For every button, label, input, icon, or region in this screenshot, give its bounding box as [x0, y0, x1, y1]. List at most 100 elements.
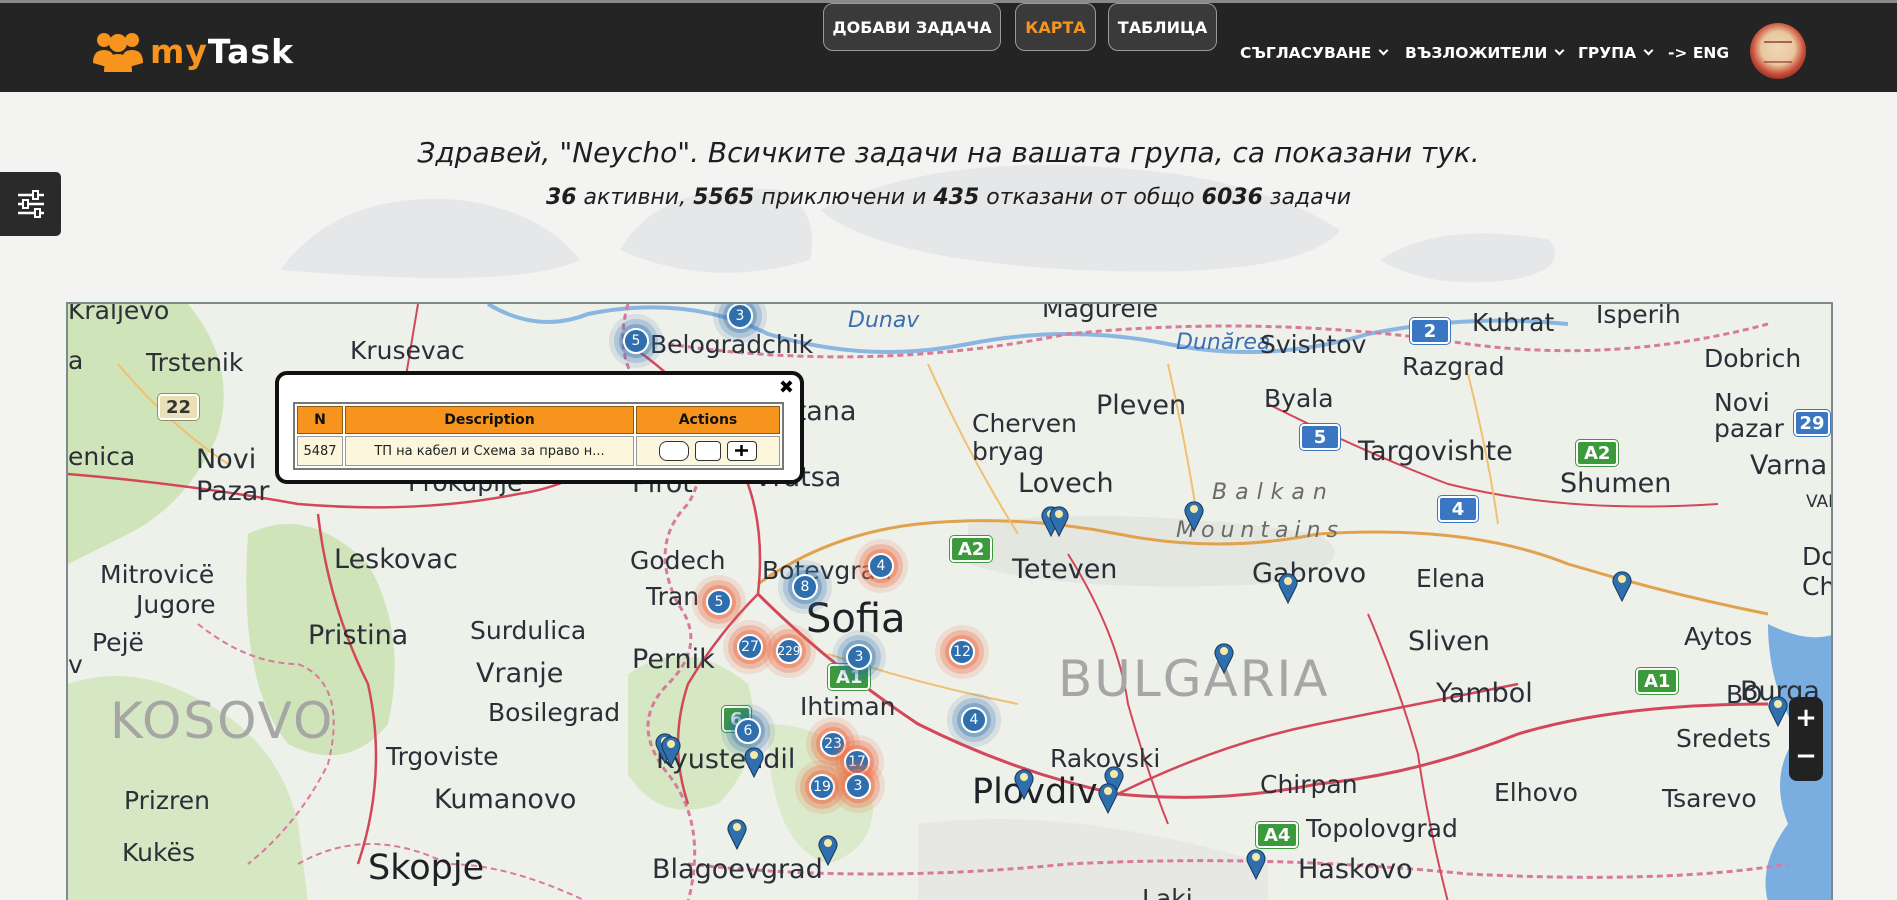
cluster-marker[interactable]: 5 — [706, 589, 732, 615]
zoom-in-button[interactable]: + — [1789, 697, 1823, 739]
place-label: Chirpan — [1260, 770, 1358, 799]
place-label: Ihtiman — [800, 692, 896, 721]
place-label: Gabrovo — [1252, 558, 1367, 589]
add-icon[interactable] — [727, 441, 758, 461]
place-label: Godech — [630, 546, 726, 575]
map-pin-icon[interactable] — [1767, 693, 1789, 727]
road-shield: 4 — [1438, 496, 1478, 522]
map-pin-icon[interactable] — [1611, 568, 1633, 602]
river-label: Dunav — [848, 308, 920, 333]
place-label: enica — [68, 442, 136, 471]
place-label: Do — [1802, 542, 1831, 571]
map-pin-icon[interactable] — [1097, 780, 1119, 814]
total-label: задачи — [1262, 185, 1352, 210]
place-label: Lovech — [1018, 468, 1114, 499]
total-count: 6036 — [1201, 185, 1263, 210]
map-pin-icon[interactable] — [1013, 766, 1035, 800]
capital-label: Sofia — [806, 596, 906, 642]
place-label: Svishtov — [1260, 330, 1367, 359]
task-number: 5487 — [297, 436, 343, 466]
column-header: Actions — [636, 406, 780, 434]
edit-doc-icon[interactable] — [695, 441, 721, 461]
place-label: Jugore — [136, 590, 216, 619]
cluster-marker[interactable]: 23 — [820, 731, 846, 757]
place-label: Kumanovo — [434, 784, 577, 815]
place-label: VAR — [1806, 492, 1831, 512]
map-pin-icon[interactable] — [743, 744, 765, 778]
language-switch[interactable]: -> ENG — [1668, 41, 1729, 65]
country-label: BULGARIA — [1058, 650, 1330, 708]
tab-table[interactable]: ТАБЛИЦА — [1108, 3, 1217, 51]
task-actions — [636, 436, 780, 466]
place-label: Targovishte — [1358, 436, 1513, 467]
place-label: Pleven — [1096, 390, 1187, 421]
column-header: Description — [345, 406, 634, 434]
assigners-menu[interactable]: ВЪЗЛОЖИТЕЛИ — [1405, 41, 1565, 65]
place-label: Elena — [1416, 564, 1486, 593]
road-shield: A2 — [950, 536, 993, 562]
place-label: Sredets — [1676, 724, 1772, 753]
river-label: Dunărea — [1176, 330, 1271, 355]
place-label: Blagoevgrad — [652, 854, 823, 885]
place-label: Isperih — [1596, 302, 1681, 329]
cluster-marker[interactable]: 3 — [846, 644, 872, 670]
map-pin-icon[interactable] — [1245, 846, 1267, 880]
details-icon[interactable] — [658, 441, 689, 461]
cluster-marker[interactable]: 229 — [776, 638, 802, 664]
task-popup: ✖ N Description Actions 5487 ТП на кабел… — [275, 371, 804, 484]
place-label: Mitrovicë — [100, 560, 215, 589]
place-label: Krusevac — [350, 336, 465, 365]
app-logo[interactable]: myTask — [92, 29, 294, 73]
map-pin-icon[interactable] — [1048, 503, 1070, 537]
cluster-marker[interactable]: 17 — [844, 749, 870, 775]
place-label: Magurele — [1042, 302, 1159, 323]
cluster-marker[interactable]: 4 — [868, 553, 894, 579]
task-stats: 36 активни, 5565 приключени и 435 отказа… — [0, 185, 1897, 210]
map-pin-icon[interactable] — [817, 832, 839, 866]
cluster-marker[interactable]: 4 — [961, 707, 987, 733]
tab-map[interactable]: КАРТА — [1015, 3, 1096, 51]
active-count: 36 — [545, 185, 577, 210]
active-label: активни, — [576, 185, 694, 210]
place-label: Prizren — [124, 786, 210, 815]
place-label: Shumen — [1560, 468, 1672, 499]
place-label: Tsarevo — [1662, 784, 1757, 813]
finished-label: приключени и — [754, 185, 934, 210]
place-label: Bosilegrad — [488, 698, 621, 727]
group-menu[interactable]: ГРУПА — [1578, 41, 1654, 65]
rejected-count: 435 — [933, 185, 980, 210]
place-label: Cherven bryag — [972, 409, 1077, 466]
zoom-out-button[interactable]: − — [1789, 735, 1823, 777]
place-label: Byala — [1264, 384, 1334, 413]
cluster-marker[interactable]: 19 — [809, 774, 835, 800]
cluster-marker[interactable]: 5 — [623, 328, 649, 354]
cluster-marker[interactable]: 3 — [845, 773, 871, 799]
map-pin-icon[interactable] — [1213, 640, 1235, 674]
place-label: Varna — [1750, 450, 1828, 481]
cluster-marker[interactable]: 8 — [792, 574, 818, 600]
add-task-button[interactable]: ДОБАВИ ЗАДАЧА — [823, 3, 1001, 51]
greeting-title: Здравей, "Neycho". Всичките задачи на ва… — [417, 136, 1480, 169]
cluster-marker[interactable]: 12 — [949, 639, 975, 665]
close-icon[interactable]: ✖ — [779, 377, 794, 398]
map-pin-icon[interactable] — [726, 816, 748, 850]
place-label: Teteven — [1012, 554, 1118, 585]
finished-count: 5565 — [693, 185, 755, 210]
map-pin-icon[interactable] — [660, 733, 682, 767]
cluster-marker[interactable]: 6 — [735, 718, 761, 744]
task-table: N Description Actions 5487 ТП на кабел и… — [293, 402, 784, 470]
place-label: Razgrad — [1402, 352, 1505, 381]
place-label: Skopje — [368, 848, 485, 888]
approval-menu[interactable]: СЪГЛАСУВАНЕ — [1240, 41, 1389, 65]
place-label: Chi — [1802, 572, 1831, 601]
map-pin-icon[interactable] — [1277, 570, 1299, 604]
place-label: Dobrich — [1704, 344, 1802, 373]
place-label: Pernik — [632, 644, 715, 675]
place-label: Haskovo — [1298, 854, 1413, 885]
place-label: a — [68, 346, 84, 375]
road-shield: A1 — [1636, 668, 1679, 694]
map-pin-icon[interactable] — [1183, 498, 1205, 532]
avatar[interactable] — [1750, 23, 1806, 79]
cluster-marker[interactable]: 27 — [737, 634, 763, 660]
cluster-marker[interactable]: 3 — [727, 304, 753, 329]
